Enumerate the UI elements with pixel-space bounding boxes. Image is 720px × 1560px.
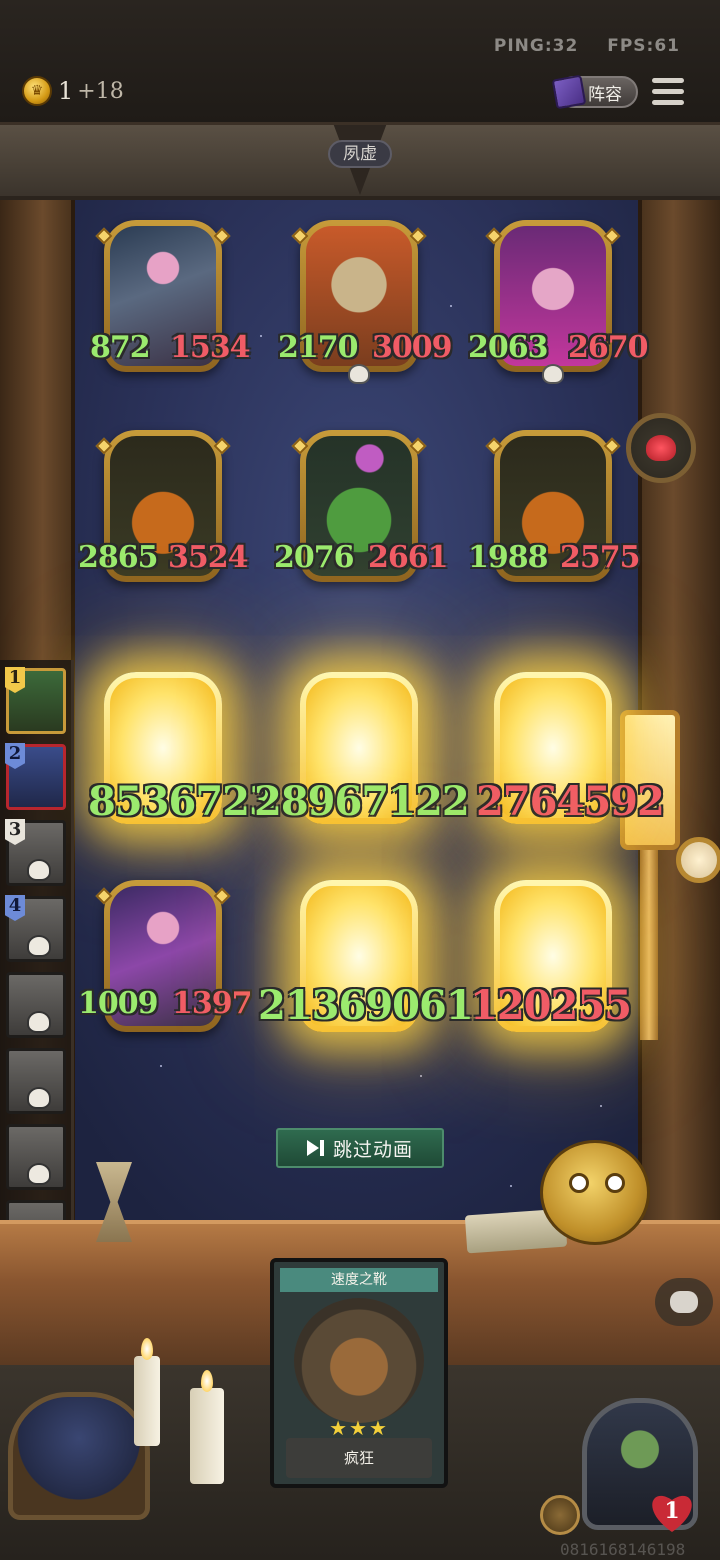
lineup-label: 阵容 (588, 84, 622, 105)
slot-number: 2 (5, 743, 25, 769)
boot-icon (294, 1298, 424, 1423)
unit-attack: 1988 (468, 540, 548, 575)
roster-sidebar: 1 2 3 4 (0, 660, 74, 1280)
skull-icon (27, 1163, 51, 1185)
slot-number: 3 (5, 819, 25, 845)
unit-attack: 1009 (78, 986, 158, 1021)
stage-name: 夙虚 (328, 140, 392, 168)
skull-icon (27, 935, 51, 957)
gold-value: 1 (58, 77, 74, 105)
item-title: 速度之靴 (331, 1272, 387, 1288)
roster-slot[interactable] (6, 972, 66, 1038)
lamp-pipe (640, 850, 658, 1040)
golden-pet[interactable] (540, 1140, 650, 1245)
unit-health: 3009 (372, 330, 452, 365)
roster-slot[interactable]: 2 (5, 743, 66, 810)
item-trait: 疯狂 (343, 1449, 374, 1467)
skull-icon (27, 1011, 51, 1033)
skull-icon (348, 364, 370, 384)
shop-button[interactable] (8, 1392, 150, 1520)
unit-health: 2670 (568, 330, 648, 365)
book-icon (551, 74, 587, 110)
roster-slot[interactable]: 4 (5, 895, 66, 962)
roster-slot[interactable] (6, 1048, 66, 1114)
skip-animation-button[interactable]: 跳过动画 (276, 1128, 444, 1168)
fps-text: FPS:61 (607, 36, 680, 56)
slot-number: 4 (5, 895, 25, 921)
lineup-button[interactable]: 阵容 (551, 74, 638, 110)
unit-health: 3524 (168, 540, 248, 575)
skull-icon (27, 1087, 51, 1109)
skull-icon (27, 859, 51, 881)
item-card[interactable]: 速度之靴 ★★★ 疯狂 (270, 1258, 448, 1488)
armor-icon[interactable] (540, 1495, 580, 1535)
watermark: 0816168146198 (560, 1540, 686, 1559)
crown-coin-icon: ♛ (22, 76, 52, 106)
unit-stats: 21369061 (258, 982, 474, 1029)
skip-forward-icon (306, 1139, 325, 1157)
candle (134, 1356, 160, 1446)
rose-icon (646, 435, 676, 461)
player-lives: 1 (664, 1498, 680, 1524)
candle (190, 1388, 224, 1484)
roster-slot[interactable]: 3 (5, 819, 66, 886)
skull-icon (542, 364, 564, 384)
unit-attack: 2170 (278, 330, 358, 365)
unit-health: 2661 (368, 540, 448, 575)
unit-stats: 120255 (470, 982, 632, 1029)
unit-stats: 2764592 (476, 778, 665, 825)
skip-label: 跳过动画 (332, 1138, 413, 1161)
roster-slot[interactable] (6, 1124, 66, 1190)
gold-income: +18 (77, 78, 124, 104)
unit-health: 1534 (170, 330, 250, 365)
unit-health: 2575 (560, 540, 640, 575)
unit-stats: 28967122 (254, 778, 470, 825)
gauge-icon (676, 837, 720, 883)
chat-button[interactable] (655, 1278, 713, 1326)
network-stats: PING:32 FPS:61 (472, 36, 680, 56)
unit-attack: 2865 (78, 540, 158, 575)
unit-health: 1397 (172, 986, 252, 1021)
chat-icon (670, 1291, 698, 1313)
unit-stats: 8536723 (88, 778, 277, 825)
hamburger-menu-icon[interactable] (652, 78, 684, 106)
gold-counter: ♛ 1 +18 (22, 76, 124, 106)
unit-attack: 2063 (468, 330, 548, 365)
unit-attack: 2076 (274, 540, 354, 575)
unit-attack: 872 (90, 330, 151, 365)
rose-relic-button[interactable] (626, 413, 696, 483)
item-stars: ★★★ (329, 1416, 389, 1440)
slot-number: 1 (5, 667, 25, 693)
top-bar: PING:32 FPS:61 ♛ 1 +18 阵容 (0, 0, 720, 125)
ping-text: PING:32 (493, 36, 579, 56)
roster-slot[interactable]: 1 (5, 667, 66, 734)
